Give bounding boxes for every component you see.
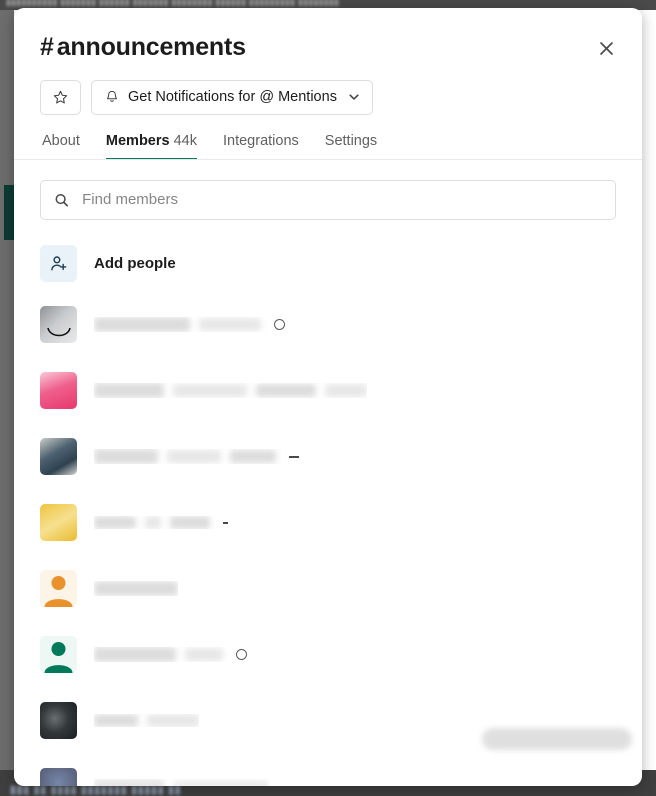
add-people-label: Add people (94, 255, 176, 272)
status-badge (236, 649, 247, 660)
member-name-redacted (94, 779, 269, 786)
close-icon (599, 41, 613, 55)
avatar (40, 768, 77, 786)
member-row[interactable] (14, 754, 642, 786)
avatar (40, 372, 77, 409)
member-row[interactable] (14, 490, 642, 556)
hash-icon: # (40, 33, 54, 61)
tabbar-divider (14, 158, 642, 160)
avatar-face-detail (40, 306, 77, 343)
tab-members-label: Members (105, 132, 170, 149)
tab-members[interactable]: Members 44k (105, 132, 197, 160)
status-badge (274, 319, 285, 330)
default-avatar-icon (40, 570, 77, 607)
avatar (40, 570, 77, 607)
member-row[interactable] (14, 292, 642, 358)
trailing-dash (289, 455, 299, 458)
person-add-icon-container (40, 245, 77, 282)
default-avatar-icon (40, 636, 77, 673)
member-list: Add people (14, 236, 642, 786)
tabbar: About Members 44k Integrations Settings (14, 132, 642, 160)
trailing-dash (223, 521, 228, 524)
dialog-header: # announcements Get Notifications for @ … (14, 8, 642, 160)
avatar (40, 636, 77, 673)
background-sidebar-rail (0, 10, 14, 796)
tab-about-label: About (42, 132, 80, 149)
member-name-redacted (94, 581, 178, 596)
channel-details-dialog: # announcements Get Notifications for @ … (14, 8, 642, 786)
search-icon (55, 193, 69, 207)
tab-settings[interactable]: Settings (325, 133, 377, 160)
chevron-down-icon (348, 91, 360, 103)
member-name-redacted (94, 516, 228, 529)
member-name-redacted (94, 383, 367, 398)
star-icon (53, 90, 68, 103)
member-row[interactable] (14, 556, 642, 622)
person-add-icon (50, 255, 66, 271)
member-row[interactable] (14, 622, 642, 688)
tab-integrations[interactable]: Integrations (223, 133, 299, 160)
page-title: # announcements (40, 33, 616, 62)
avatar (40, 306, 77, 343)
add-people-row[interactable]: Add people (14, 236, 642, 292)
tab-settings-label: Settings (324, 132, 378, 149)
bell-icon (107, 90, 117, 102)
member-name-redacted (94, 647, 247, 662)
member-name-redacted (94, 449, 299, 464)
avatar (40, 438, 77, 475)
notification-preference-button[interactable]: Get Notifications for @ Mentions (91, 79, 373, 115)
avatar (40, 504, 77, 541)
floating-overlay-redacted (482, 728, 632, 750)
background-sidebar-accent (4, 185, 14, 240)
header-actions: Get Notifications for @ Mentions (40, 79, 616, 115)
close-button[interactable] (592, 34, 620, 62)
avatar (40, 702, 77, 739)
member-row[interactable] (14, 424, 642, 490)
member-row[interactable] (14, 358, 642, 424)
search-box[interactable] (40, 179, 616, 220)
member-name-redacted (94, 714, 199, 727)
tab-about[interactable]: About (42, 133, 80, 160)
star-channel-button[interactable] (40, 79, 81, 115)
channel-name: announcements (56, 33, 246, 61)
tab-members-count: 44k (173, 132, 197, 149)
tab-integrations-label: Integrations (223, 132, 299, 149)
search-section (14, 160, 642, 220)
notification-preference-label: Get Notifications for @ Mentions (128, 89, 337, 105)
member-name-redacted (94, 317, 285, 332)
search-input[interactable] (80, 190, 602, 209)
